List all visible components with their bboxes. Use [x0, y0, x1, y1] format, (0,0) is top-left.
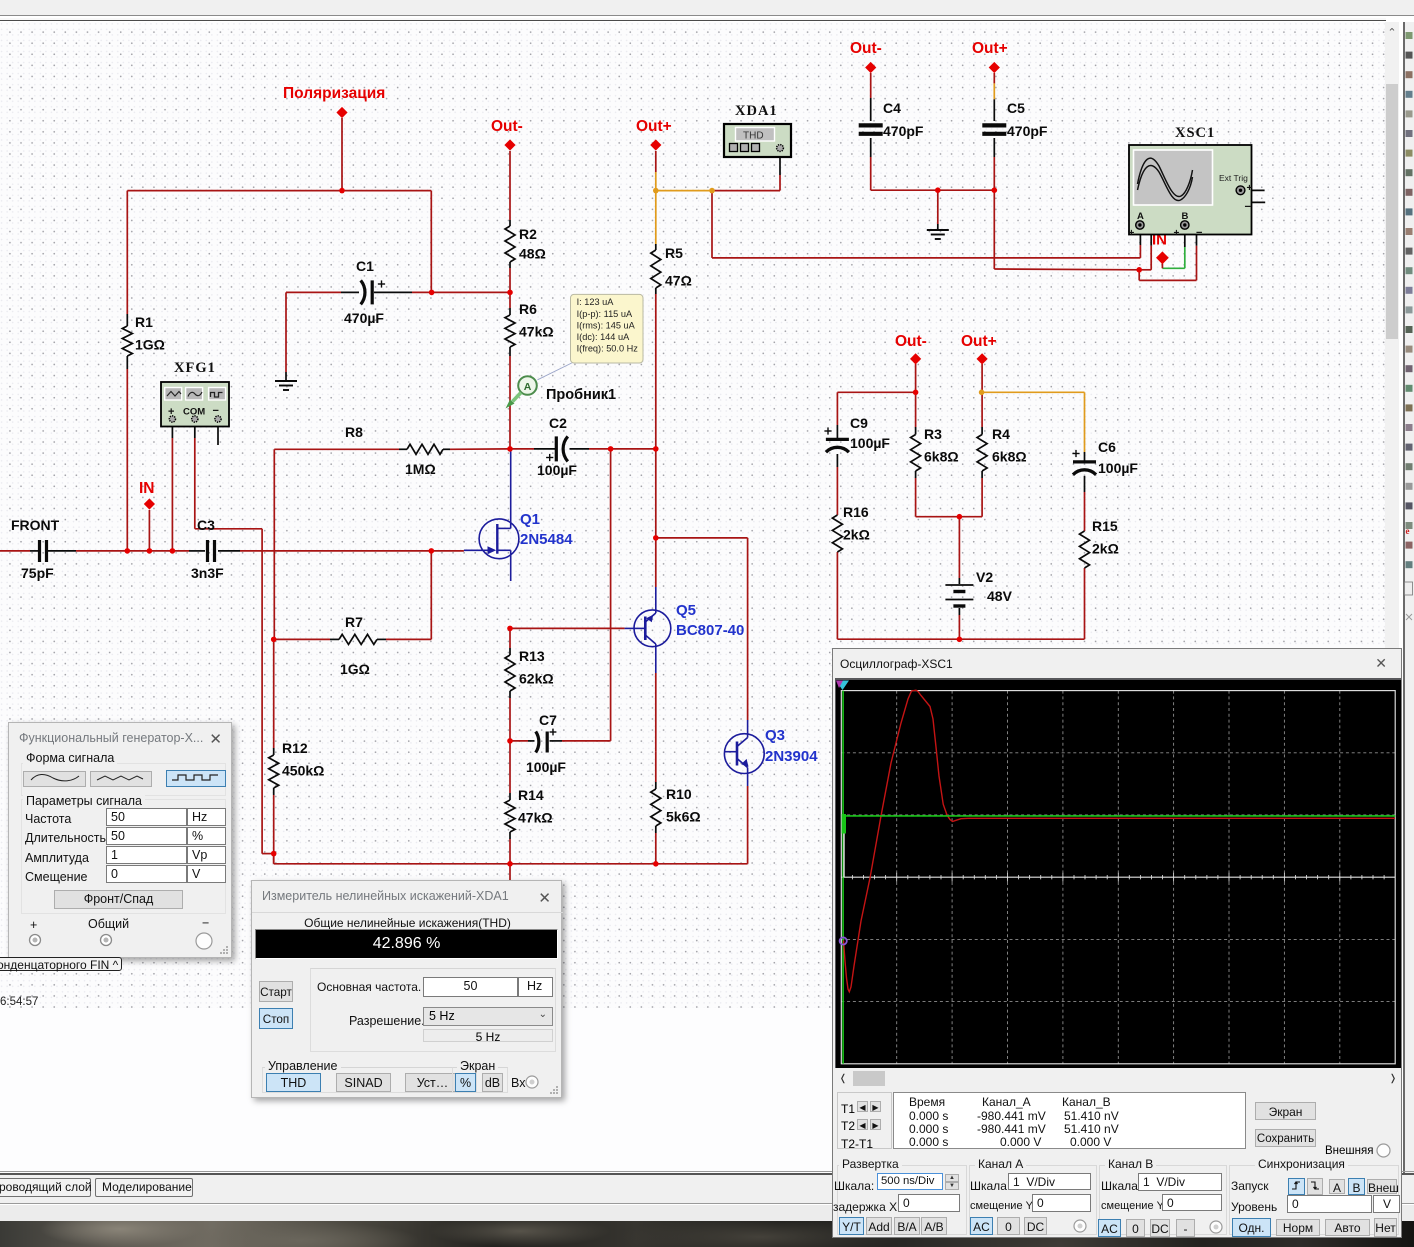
svg-text:C5: C5 — [1007, 100, 1025, 116]
svg-text:Out+: Out+ — [972, 40, 1008, 57]
svg-text:2kΩ: 2kΩ — [843, 527, 870, 543]
svg-text:Out+: Out+ — [961, 333, 997, 350]
svg-text:2N5484: 2N5484 — [520, 531, 573, 548]
svg-text:V2: V2 — [976, 569, 993, 585]
svg-text:100µF: 100µF — [850, 435, 890, 451]
svg-text:470pF: 470pF — [1007, 123, 1048, 139]
svg-text:R14: R14 — [518, 787, 544, 803]
svg-text:R10: R10 — [666, 786, 692, 802]
svg-text:Out+: Out+ — [636, 118, 672, 135]
svg-text:R4: R4 — [992, 426, 1010, 442]
svg-text:5k6Ω: 5k6Ω — [666, 809, 701, 825]
svg-text:FRONT: FRONT — [11, 517, 60, 533]
svg-text:I(dc): 144 uA: I(dc): 144 uA — [577, 332, 630, 342]
svg-text:R3: R3 — [924, 426, 942, 442]
svg-text:R16: R16 — [843, 504, 869, 520]
svg-text:1GΩ: 1GΩ — [340, 661, 370, 677]
svg-text:C1: C1 — [356, 258, 374, 274]
svg-text:Q1: Q1 — [520, 511, 540, 528]
svg-text:BC807-40: BC807-40 — [676, 622, 744, 639]
svg-text:−: − — [1245, 201, 1251, 213]
svg-text:R12: R12 — [282, 740, 308, 756]
svg-text:C6: C6 — [1098, 439, 1116, 455]
svg-text:R7: R7 — [345, 614, 363, 630]
svg-text:2kΩ: 2kΩ — [1092, 541, 1119, 557]
svg-text:R1: R1 — [135, 314, 153, 330]
svg-text:6k8Ω: 6k8Ω — [992, 449, 1027, 465]
svg-text:Q3: Q3 — [765, 727, 785, 744]
svg-text:C7: C7 — [539, 712, 557, 728]
svg-text:62kΩ: 62kΩ — [519, 671, 554, 687]
svg-text:Ext Trig: Ext Trig — [1219, 173, 1248, 183]
svg-text:XSC1: XSC1 — [1175, 125, 1215, 141]
svg-text:3n3F: 3n3F — [191, 565, 224, 581]
svg-text:Поляризация: Поляризация — [283, 85, 385, 102]
svg-text:Q5: Q5 — [676, 602, 696, 619]
svg-text:6k8Ω: 6k8Ω — [924, 449, 959, 465]
svg-text:I(p-p): 115 uA: I(p-p): 115 uA — [577, 309, 633, 319]
svg-text:75pF: 75pF — [21, 565, 54, 581]
svg-text:47Ω: 47Ω — [665, 273, 692, 289]
svg-text:R6: R6 — [519, 301, 537, 317]
svg-text:+: + — [1129, 228, 1135, 239]
svg-text:+: + — [1174, 228, 1180, 239]
svg-text:Out-: Out- — [895, 333, 927, 350]
svg-text:+: + — [1247, 183, 1253, 194]
svg-text:Out-: Out- — [491, 118, 523, 135]
svg-text:450kΩ: 450kΩ — [282, 763, 324, 779]
svg-text:I: 123 uA: I: 123 uA — [577, 297, 615, 307]
svg-text:IN: IN — [139, 480, 155, 497]
svg-text:R5: R5 — [665, 245, 683, 261]
svg-text:100µF: 100µF — [1098, 460, 1138, 476]
svg-text:C9: C9 — [850, 415, 868, 431]
svg-text:R15: R15 — [1092, 518, 1118, 534]
svg-text:470µF: 470µF — [344, 310, 384, 326]
svg-text:100µF: 100µF — [526, 759, 566, 775]
svg-text:47kΩ: 47kΩ — [518, 810, 553, 826]
svg-text:R8: R8 — [345, 424, 363, 440]
svg-text:XDA1: XDA1 — [735, 103, 778, 119]
svg-text:Out-: Out- — [850, 40, 882, 57]
svg-text:2N3904: 2N3904 — [765, 748, 818, 765]
svg-text:R2: R2 — [519, 226, 537, 242]
svg-text:I(rms): 145 uA: I(rms): 145 uA — [577, 320, 636, 330]
svg-text:C3: C3 — [197, 517, 215, 533]
svg-text:−: − — [1196, 227, 1202, 239]
svg-text:1GΩ: 1GΩ — [135, 337, 165, 353]
svg-text:48V: 48V — [987, 588, 1013, 604]
svg-text:1MΩ: 1MΩ — [405, 461, 436, 477]
svg-text:48Ω: 48Ω — [519, 246, 546, 262]
svg-text:COM: COM — [183, 407, 205, 418]
svg-text:100µF: 100µF — [537, 462, 577, 478]
svg-text:R13: R13 — [519, 648, 545, 664]
svg-text:C2: C2 — [549, 415, 567, 431]
svg-text:C4: C4 — [883, 100, 901, 116]
svg-text:A: A — [524, 381, 532, 393]
svg-text:470pF: 470pF — [883, 123, 924, 139]
svg-text:47kΩ: 47kΩ — [519, 324, 554, 340]
svg-text:Пробник1: Пробник1 — [546, 387, 616, 403]
svg-text:I(freq): 50.0 Hz: I(freq): 50.0 Hz — [577, 343, 639, 353]
svg-text:e: e — [1406, 526, 1410, 536]
svg-text:THD: THD — [743, 131, 764, 142]
svg-text:XFG1: XFG1 — [174, 360, 216, 376]
